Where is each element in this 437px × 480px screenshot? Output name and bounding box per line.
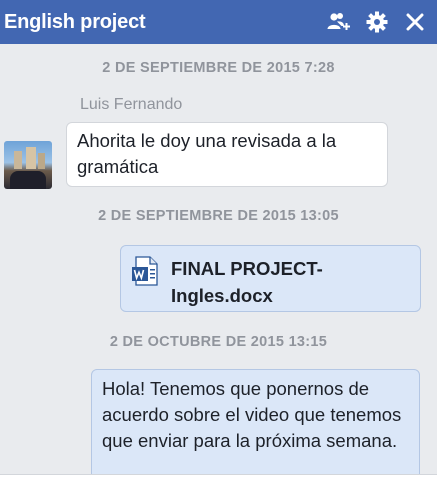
chat-header: English project (0, 0, 437, 44)
message-thread[interactable]: 2 DE SEPTIEMBRE DE 2015 7:28 Luis Fernan… (0, 44, 437, 474)
message-timestamp: 2 DE SEPTIEMBRE DE 2015 13:05 (98, 208, 339, 224)
incoming-message[interactable]: Ahorita le doy una revisada a la gramáti… (66, 122, 388, 187)
outgoing-message[interactable]: Hola! Tenemos que ponernos de acuerdo so… (91, 369, 420, 474)
close-icon[interactable] (403, 10, 427, 34)
word-document-icon (131, 256, 161, 286)
message-composer[interactable] (0, 474, 437, 480)
avatar[interactable] (4, 141, 52, 189)
file-name[interactable]: FINAL PROJECT-Ingles.docx (171, 255, 410, 306)
message-timestamp: 2 DE SEPTIEMBRE DE 2015 7:28 (102, 60, 335, 76)
message-timestamp: 2 DE OCTUBRE DE 2015 13:15 (109, 334, 328, 350)
gear-icon[interactable] (365, 10, 389, 34)
file-attachment[interactable]: FINAL PROJECT-Ingles.docx (120, 245, 421, 312)
add-people-icon[interactable] (327, 10, 351, 34)
sender-name: Luis Fernando (80, 96, 183, 113)
chat-title[interactable]: English project (4, 11, 327, 34)
